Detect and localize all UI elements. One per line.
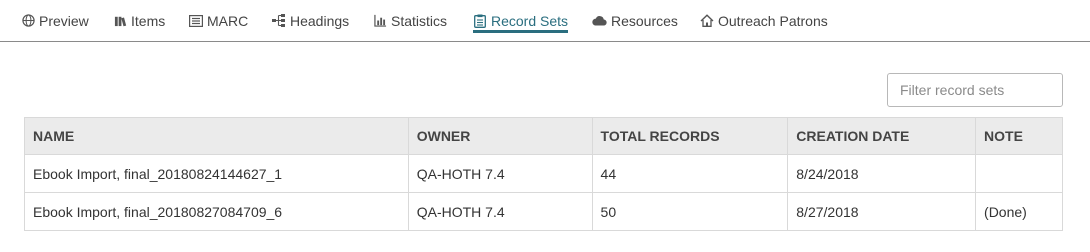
cell-owner: QA-HOTH 7.4: [407, 192, 593, 231]
tab-preview[interactable]: Preview: [21, 0, 89, 41]
globe-icon: [21, 14, 35, 28]
tab-label: Preview: [39, 12, 89, 29]
column-header-owner[interactable]: OWNER: [407, 117, 593, 155]
tab-record-sets[interactable]: Record Sets: [473, 0, 569, 41]
tab-label: Record Sets: [491, 12, 569, 29]
cell-total-records: 44: [591, 154, 789, 193]
tab-resources[interactable]: Resources: [591, 0, 678, 41]
home-icon: [700, 14, 714, 28]
cell-total-records: 50: [591, 192, 789, 231]
tab-headings[interactable]: Headings: [272, 0, 349, 41]
cell-creation-date: 8/24/2018: [787, 154, 977, 193]
tab-marc[interactable]: MARC: [189, 0, 248, 41]
tab-statistics[interactable]: Statistics: [373, 0, 447, 41]
table-header-row: NAME OWNER TOTAL RECORDS CREATION DATE N…: [24, 117, 1063, 155]
column-header-name[interactable]: NAME: [24, 117, 409, 155]
column-header-creation-date[interactable]: CREATION DATE: [787, 117, 977, 155]
tab-label: Outreach Patrons: [718, 12, 828, 29]
list-icon: [189, 14, 203, 28]
tab-label: MARC: [207, 12, 249, 29]
tab-label: Headings: [290, 12, 350, 29]
books-icon: [113, 14, 127, 28]
filter-record-sets-input[interactable]: [887, 73, 1063, 107]
table-row[interactable]: Ebook Import, final_20180824144627_1 QA-…: [24, 154, 1063, 193]
cell-name: Ebook Import, final_20180824144627_1: [24, 154, 409, 193]
tab-label: Statistics: [391, 12, 448, 29]
cell-owner: QA-HOTH 7.4: [407, 154, 593, 193]
clipboard-icon: [473, 14, 487, 28]
cloud-icon: [591, 14, 607, 28]
tab-bar: Preview Items MARC Headings Statistics R…: [0, 0, 1090, 42]
cell-note: (Done): [975, 192, 1063, 231]
tab-label: Items: [131, 12, 166, 29]
column-header-note[interactable]: NOTE: [975, 117, 1063, 155]
tab-items[interactable]: Items: [113, 0, 165, 41]
sitemap-icon: [272, 14, 286, 28]
table-row[interactable]: Ebook Import, final_20180827084709_6 QA-…: [24, 192, 1063, 231]
tab-label: Resources: [611, 12, 678, 29]
record-sets-table: NAME OWNER TOTAL RECORDS CREATION DATE N…: [24, 117, 1063, 231]
bar-chart-icon: [373, 14, 387, 28]
cell-creation-date: 8/27/2018: [787, 192, 977, 231]
column-header-total-records[interactable]: TOTAL RECORDS: [591, 117, 789, 155]
cell-note: [975, 154, 1063, 193]
cell-name: Ebook Import, final_20180827084709_6: [24, 192, 409, 231]
tab-outreach-patrons[interactable]: Outreach Patrons: [700, 0, 828, 41]
